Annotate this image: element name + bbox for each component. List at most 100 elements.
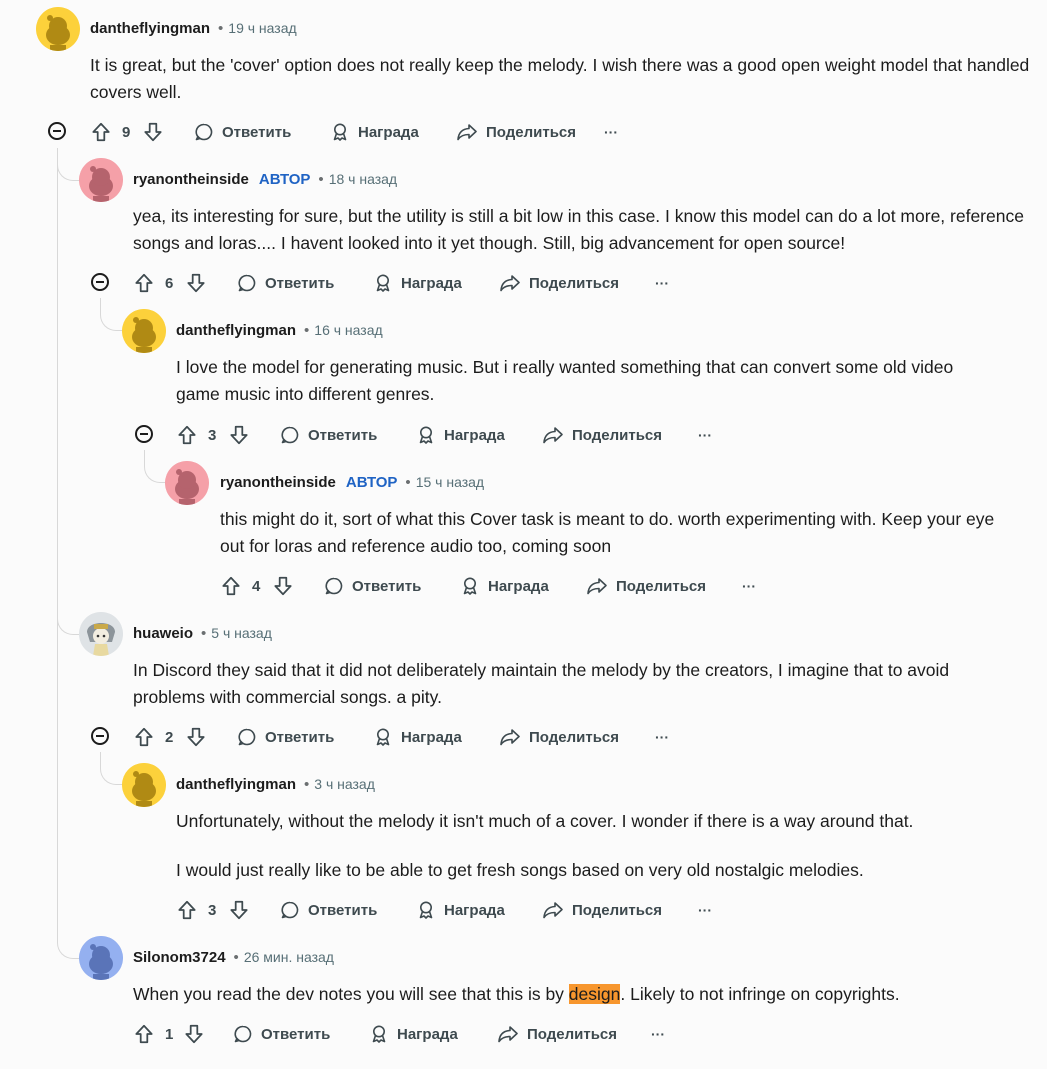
award-button[interactable]: Награда bbox=[373, 269, 462, 297]
comment-paragraph: I love the model for generating music. B… bbox=[176, 357, 954, 404]
comment-meta: dantheflyingman • 19 ч назад bbox=[90, 18, 297, 38]
reply-button[interactable]: Ответить bbox=[280, 896, 377, 924]
comment-time[interactable]: 16 ч назад bbox=[314, 322, 382, 338]
comment-meta: Silonom3724 • 26 мин. назад bbox=[133, 947, 334, 967]
reply-button[interactable]: Ответить bbox=[324, 572, 421, 600]
award-button[interactable]: Награда bbox=[330, 118, 419, 146]
share-label: Поделиться bbox=[616, 577, 707, 595]
comment-paragraph: Unfortunately, without the melody it isn… bbox=[176, 811, 914, 831]
award-button[interactable]: Награда bbox=[460, 572, 549, 600]
share-icon bbox=[457, 124, 477, 141]
reply-button[interactable]: Ответить bbox=[237, 723, 334, 751]
share-button[interactable]: Поделиться bbox=[497, 1020, 617, 1048]
user-avatar[interactable] bbox=[122, 309, 166, 353]
share-button[interactable]: Поделиться bbox=[542, 896, 662, 924]
author-name[interactable]: Silonom3724 bbox=[133, 949, 226, 966]
comment-paragraph: In Discord they said that it did not del… bbox=[133, 660, 950, 707]
reply-label: Ответить bbox=[265, 728, 335, 746]
comment-paragraph: When you read the dev notes you will see… bbox=[133, 981, 1013, 1008]
award-button[interactable]: Награда bbox=[373, 723, 462, 751]
upvote-button[interactable] bbox=[220, 572, 242, 600]
share-icon bbox=[543, 902, 563, 919]
share-label: Поделиться bbox=[529, 274, 620, 292]
downvote-button[interactable] bbox=[228, 421, 250, 449]
award-icon bbox=[376, 274, 390, 292]
share-button[interactable]: Поделиться bbox=[456, 118, 576, 146]
more-options-button[interactable]: ··· bbox=[651, 1020, 665, 1048]
downvote-button[interactable] bbox=[183, 1020, 205, 1048]
award-label: Награда bbox=[444, 901, 505, 919]
author-name[interactable]: dantheflyingman bbox=[176, 776, 296, 793]
share-button[interactable]: Поделиться bbox=[499, 269, 619, 297]
upvote-button[interactable] bbox=[176, 896, 198, 924]
user-avatar[interactable] bbox=[122, 763, 166, 807]
comment-time[interactable]: 3 ч назад bbox=[314, 776, 375, 792]
share-button[interactable]: Поделиться bbox=[586, 572, 706, 600]
share-icon bbox=[500, 275, 520, 292]
user-avatar[interactable] bbox=[79, 158, 123, 202]
separator-dot: • bbox=[405, 474, 411, 491]
vote-count: 4 bbox=[252, 577, 261, 595]
upvote-button[interactable] bbox=[133, 723, 155, 751]
share-label: Поделиться bbox=[527, 1025, 618, 1043]
comment-time[interactable]: 5 ч назад bbox=[211, 625, 272, 641]
share-icon bbox=[543, 427, 563, 444]
award-button[interactable]: Награда bbox=[416, 896, 505, 924]
collapse-thread-button[interactable] bbox=[48, 122, 66, 140]
collapse-thread-button[interactable] bbox=[91, 727, 109, 745]
user-avatar[interactable] bbox=[79, 612, 123, 656]
comment-time[interactable]: 19 ч назад bbox=[228, 20, 296, 36]
upvote-icon bbox=[178, 900, 196, 920]
share-button[interactable]: Поделиться bbox=[499, 723, 619, 751]
comment-time[interactable]: 26 мин. назад bbox=[244, 949, 334, 965]
comment-time[interactable]: 18 ч назад bbox=[329, 171, 397, 187]
downvote-icon bbox=[144, 122, 162, 142]
thread-line bbox=[57, 148, 58, 938]
user-avatar[interactable] bbox=[79, 936, 123, 980]
more-options-button[interactable]: ··· bbox=[698, 421, 712, 449]
award-icon bbox=[419, 426, 433, 444]
award-button[interactable]: Награда bbox=[416, 421, 505, 449]
reply-button[interactable]: Ответить bbox=[233, 1020, 330, 1048]
upvote-button[interactable] bbox=[133, 269, 155, 297]
highlighted-word: design bbox=[568, 984, 621, 1004]
reply-button[interactable]: Ответить bbox=[194, 118, 291, 146]
comment-time[interactable]: 15 ч назад bbox=[416, 474, 484, 490]
vote-count: 3 bbox=[208, 426, 217, 444]
author-name[interactable]: dantheflyingman bbox=[176, 322, 296, 339]
more-options-button[interactable]: ··· bbox=[655, 269, 669, 297]
more-options-button[interactable]: ··· bbox=[604, 118, 618, 146]
collapse-thread-button[interactable] bbox=[91, 273, 109, 291]
share-icon bbox=[500, 729, 520, 746]
user-avatar[interactable] bbox=[36, 7, 80, 51]
author-name[interactable]: ryanontheinside bbox=[220, 474, 336, 491]
author-name[interactable]: ryanontheinside bbox=[133, 171, 249, 188]
share-button[interactable]: Поделиться bbox=[542, 421, 662, 449]
comment-paragraph: I would just really like to be able to g… bbox=[176, 860, 864, 880]
separator-dot: • bbox=[233, 949, 239, 966]
award-button[interactable]: Награда bbox=[369, 1020, 458, 1048]
downvote-button[interactable] bbox=[272, 572, 294, 600]
thread-elbow bbox=[144, 452, 167, 483]
reply-button[interactable]: Ответить bbox=[237, 269, 334, 297]
author-name[interactable]: huaweio bbox=[133, 625, 193, 642]
more-options-button[interactable]: ··· bbox=[698, 896, 712, 924]
downvote-icon bbox=[230, 900, 248, 920]
downvote-button[interactable] bbox=[142, 118, 164, 146]
reply-button[interactable]: Ответить bbox=[280, 421, 377, 449]
downvote-button[interactable] bbox=[228, 896, 250, 924]
more-options-button[interactable]: ··· bbox=[655, 723, 669, 751]
upvote-button[interactable] bbox=[90, 118, 112, 146]
share-label: Поделиться bbox=[572, 901, 663, 919]
more-options-button[interactable]: ··· bbox=[742, 572, 756, 600]
author-name[interactable]: dantheflyingman bbox=[90, 20, 210, 37]
downvote-button[interactable] bbox=[185, 269, 207, 297]
comment-body: When you read the dev notes you will see… bbox=[133, 981, 1013, 1008]
comment-bubble-icon bbox=[325, 577, 343, 595]
user-avatar[interactable] bbox=[165, 461, 209, 505]
upvote-button[interactable] bbox=[133, 1020, 155, 1048]
collapse-thread-button[interactable] bbox=[135, 425, 153, 443]
upvote-button[interactable] bbox=[176, 421, 198, 449]
downvote-button[interactable] bbox=[185, 723, 207, 751]
comment-bubble-icon bbox=[281, 901, 299, 919]
